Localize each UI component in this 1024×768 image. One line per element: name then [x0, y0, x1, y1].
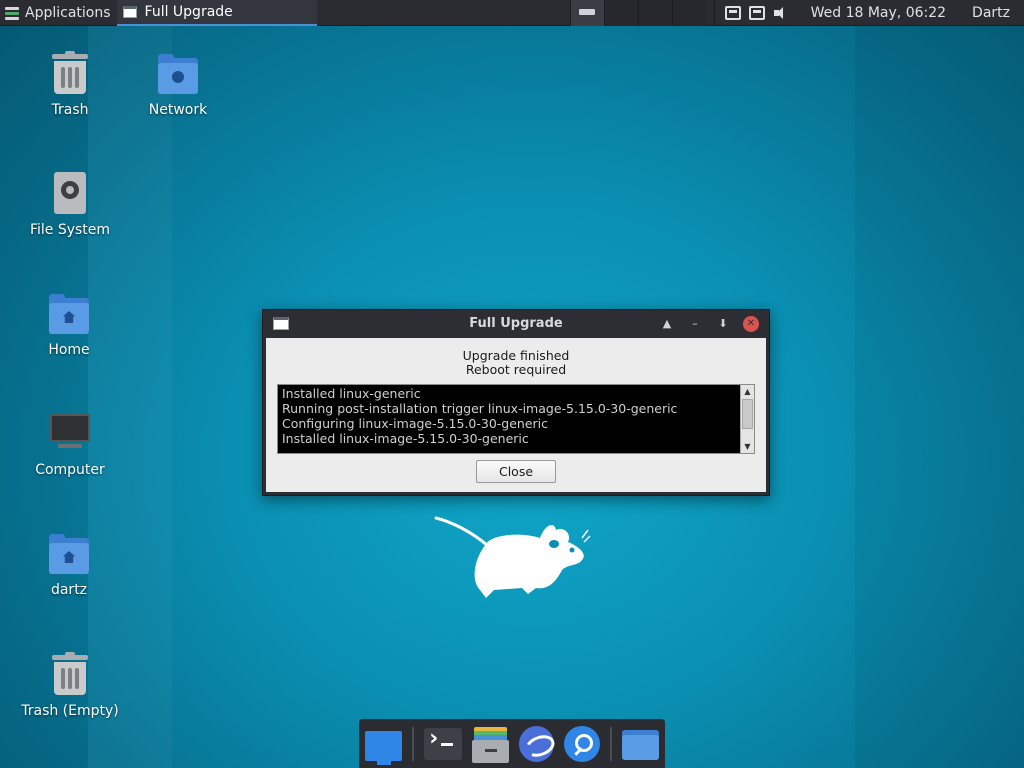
filesystem-icon [50, 172, 90, 216]
web-browser-icon[interactable] [518, 725, 555, 762]
desktop-icon-label: dartz [50, 582, 88, 598]
upgrade-log[interactable]: Installed linux-generic Running post-ins… [277, 384, 755, 454]
scroll-thumb[interactable] [742, 399, 753, 429]
volume-icon[interactable] [773, 6, 789, 20]
desktop-icon-label: Trash [51, 102, 89, 118]
desktop-icon-dartz[interactable]: dartz [14, 532, 124, 598]
log-line: Configuring linux-image-5.15.0-30-generi… [282, 416, 549, 431]
desktop-icon-label: Network [148, 102, 208, 118]
network-icon[interactable] [724, 5, 741, 20]
desktop-icon-file-system[interactable]: File System [15, 172, 125, 238]
applications-menu-icon [5, 6, 19, 20]
applications-menu[interactable]: Applications [0, 0, 117, 26]
log-line: Installed linux-image-5.15.0-30-generic [282, 431, 529, 446]
dock-separator [412, 726, 415, 761]
close-button[interactable]: Close [476, 460, 556, 483]
desktop-icon-trash[interactable]: Trash [15, 51, 125, 118]
system-tray: Wed 18 May, 06:22 Dartz [713, 0, 1024, 26]
desktop-icon-label: File System [29, 222, 111, 238]
user-menu[interactable]: Dartz [972, 5, 1010, 21]
desktop-icon-home[interactable]: Home [14, 292, 124, 358]
desktop-icon-network[interactable]: Network [123, 52, 233, 118]
maximize-icon[interactable]: ⬇ [715, 316, 731, 332]
workspace-4[interactable] [671, 0, 706, 26]
scroll-down-icon[interactable]: ▼ [741, 440, 754, 453]
trash-icon [50, 652, 90, 697]
desktop-icon-trash-empty[interactable]: Trash (Empty) [15, 652, 125, 719]
file-manager-icon[interactable] [471, 725, 509, 763]
desktop-icon-label: Home [48, 342, 90, 358]
reboot-message: Reboot required [465, 362, 567, 377]
shade-icon[interactable]: ▲ [659, 316, 675, 332]
log-scrollbar[interactable]: ▲ ▼ [740, 385, 754, 453]
log-line: Running post-installation trigger linux-… [282, 401, 678, 416]
terminal-icon[interactable] [424, 726, 462, 760]
dock [359, 719, 665, 768]
network-wired-icon[interactable] [748, 5, 765, 20]
workspace-2[interactable] [603, 0, 638, 26]
applications-menu-label: Applications [25, 4, 111, 21]
dialog-titlebar[interactable]: Full Upgrade ▲ – ⬇ ✕ [263, 310, 769, 338]
log-line: Installed linux-generic [282, 386, 421, 401]
computer-icon [50, 412, 90, 456]
close-icon[interactable]: ✕ [743, 316, 759, 332]
xfce-mouse-logo [434, 516, 591, 598]
top-panel: Applications Full Upgrade Wed 18 May, 06… [0, 0, 1024, 26]
scroll-up-icon[interactable]: ▲ [741, 385, 754, 398]
taskbar-button-full-upgrade[interactable]: Full Upgrade [116, 0, 317, 26]
workspace-1[interactable] [569, 0, 604, 26]
show-desktop-icon[interactable] [365, 730, 403, 765]
home-folder-icon [49, 532, 89, 576]
minimize-icon[interactable]: – [687, 316, 703, 332]
dialog-body: Upgrade finished Reboot required Install… [266, 338, 766, 492]
dock-separator [609, 726, 612, 761]
taskbar-button-label: Full Upgrade [144, 3, 233, 20]
status-message: Upgrade finished [462, 348, 570, 363]
desktop-icon-label: Computer [35, 462, 105, 478]
home-folder-icon[interactable] [621, 725, 659, 763]
network-folder-icon [158, 52, 198, 96]
desktop-icon-computer[interactable]: Computer [15, 412, 125, 478]
clock[interactable]: Wed 18 May, 06:22 [811, 5, 946, 21]
workspace-3[interactable] [637, 0, 672, 26]
desktop-icon-label: Trash (Empty) [21, 703, 119, 719]
workspace-switcher [569, 0, 706, 26]
full-upgrade-dialog: Full Upgrade ▲ – ⬇ ✕ Upgrade finished Re… [262, 309, 770, 496]
home-folder-icon [49, 292, 89, 336]
app-finder-icon[interactable] [564, 725, 600, 762]
window-icon [122, 5, 137, 18]
trash-icon [50, 51, 90, 96]
